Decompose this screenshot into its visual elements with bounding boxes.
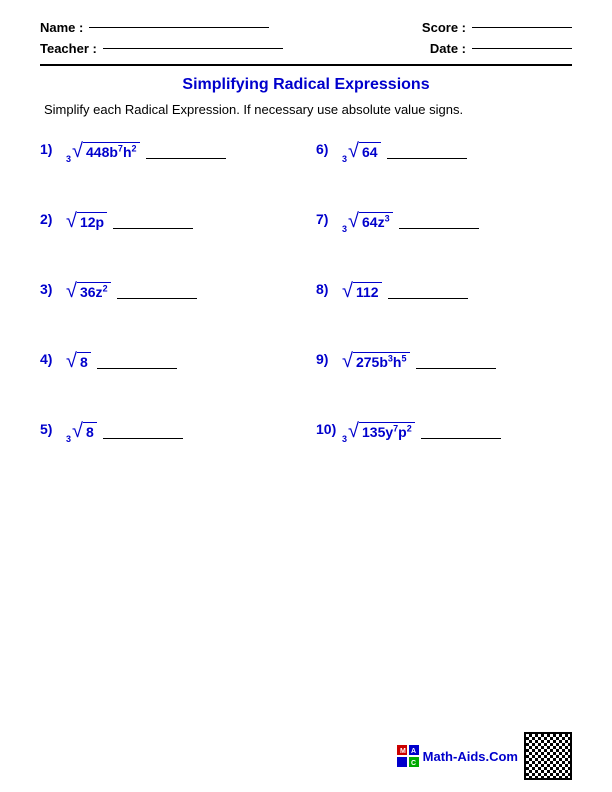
- logo-text: Math-Aids.Com: [423, 749, 518, 764]
- problem-6-radical: 3 √ 64: [342, 141, 381, 161]
- header-name-row: Name : Score :: [40, 20, 572, 35]
- problems-grid: 1) 3 √ 448b7h2 6) 3 √ 64: [40, 127, 572, 477]
- problem-2-number: 2): [40, 211, 62, 227]
- problem-8-number: 8): [316, 281, 338, 297]
- problem-1-answer: [146, 158, 226, 159]
- problem-5-number: 5): [40, 421, 62, 437]
- problem-5: 5) 3 √ 8: [40, 407, 296, 477]
- instructions-text: Simplify each Radical Expression. If nec…: [44, 102, 572, 117]
- problem-4-radical: √ 8: [66, 351, 91, 371]
- problem-2: 2) √ 12p: [40, 197, 296, 267]
- problem-4-number: 4): [40, 351, 62, 367]
- problem-9-expr: √ 275b3h5: [342, 351, 496, 371]
- problem-7-answer: [399, 228, 479, 229]
- worksheet-page: Name : Score : Teacher : Date : Simplify…: [0, 0, 612, 792]
- teacher-label: Teacher :: [40, 41, 97, 56]
- problem-7-number: 7): [316, 211, 338, 227]
- problem-4-expr: √ 8: [66, 351, 177, 371]
- problem-8-expr: √ 112: [342, 281, 468, 301]
- problem-9-number: 9): [316, 351, 338, 367]
- problem-7-radical: 3 √ 64z3: [342, 211, 393, 231]
- footer: M A C Math-Aids.Com: [397, 732, 572, 780]
- problem-8-radical: √ 112: [342, 281, 382, 301]
- svg-text:C: C: [411, 760, 416, 767]
- problem-6: 6) 3 √ 64: [316, 127, 572, 197]
- problem-1-radical: 3 √ 448b7h2: [66, 141, 140, 161]
- problem-9-answer: [416, 368, 496, 369]
- problem-3: 3) √ 36z2: [40, 267, 296, 337]
- problem-8-answer: [388, 298, 468, 299]
- header-teacher-row: Teacher : Date :: [40, 41, 572, 56]
- score-label: Score :: [422, 20, 466, 35]
- problem-6-expr: 3 √ 64: [342, 141, 467, 161]
- date-line: [472, 48, 572, 49]
- problem-3-radical: √ 36z2: [66, 281, 111, 301]
- problem-4-answer: [97, 368, 177, 369]
- header-divider: [40, 64, 572, 66]
- math-aids-logo: M A C Math-Aids.Com: [397, 745, 518, 767]
- problem-9-radical: √ 275b3h5: [342, 351, 410, 371]
- problem-1-expr: 3 √ 448b7h2: [66, 141, 226, 161]
- name-field: Name :: [40, 20, 269, 35]
- qr-code: [524, 732, 572, 780]
- teacher-field: Teacher :: [40, 41, 283, 56]
- name-label: Name :: [40, 20, 83, 35]
- problem-6-number: 6): [316, 141, 338, 157]
- worksheet-title: Simplifying Radical Expressions: [40, 76, 572, 94]
- problem-5-expr: 3 √ 8: [66, 421, 183, 441]
- problem-6-answer: [387, 158, 467, 159]
- problem-10-radical: 3 √ 135y7p2: [342, 421, 415, 441]
- logo-icon: M A C: [397, 745, 419, 767]
- problem-3-answer: [117, 298, 197, 299]
- problem-3-expr: √ 36z2: [66, 281, 197, 301]
- problem-2-expr: √ 12p: [66, 211, 193, 231]
- problem-8: 8) √ 112: [316, 267, 572, 337]
- problem-1: 1) 3 √ 448b7h2: [40, 127, 296, 197]
- score-line: [472, 27, 572, 28]
- problem-10-expr: 3 √ 135y7p2: [342, 421, 501, 441]
- problem-5-radical: 3 √ 8: [66, 421, 97, 441]
- problem-2-answer: [113, 228, 193, 229]
- svg-text:A: A: [411, 748, 416, 755]
- teacher-line: [103, 48, 283, 49]
- problem-4: 4) √ 8: [40, 337, 296, 407]
- problem-2-radical: √ 12p: [66, 211, 107, 231]
- problem-7: 7) 3 √ 64z3: [316, 197, 572, 267]
- date-field: Date :: [430, 41, 572, 56]
- problem-9: 9) √ 275b3h5: [316, 337, 572, 407]
- problem-10: 10) 3 √ 135y7p2: [316, 407, 572, 477]
- problem-10-number: 10): [316, 421, 338, 437]
- name-line: [89, 27, 269, 28]
- date-label: Date :: [430, 41, 466, 56]
- problem-10-answer: [421, 438, 501, 439]
- problem-1-number: 1): [40, 141, 62, 157]
- problem-7-expr: 3 √ 64z3: [342, 211, 479, 231]
- svg-text:M: M: [400, 748, 406, 755]
- problem-3-number: 3): [40, 281, 62, 297]
- problem-5-answer: [103, 438, 183, 439]
- score-field: Score :: [422, 20, 572, 35]
